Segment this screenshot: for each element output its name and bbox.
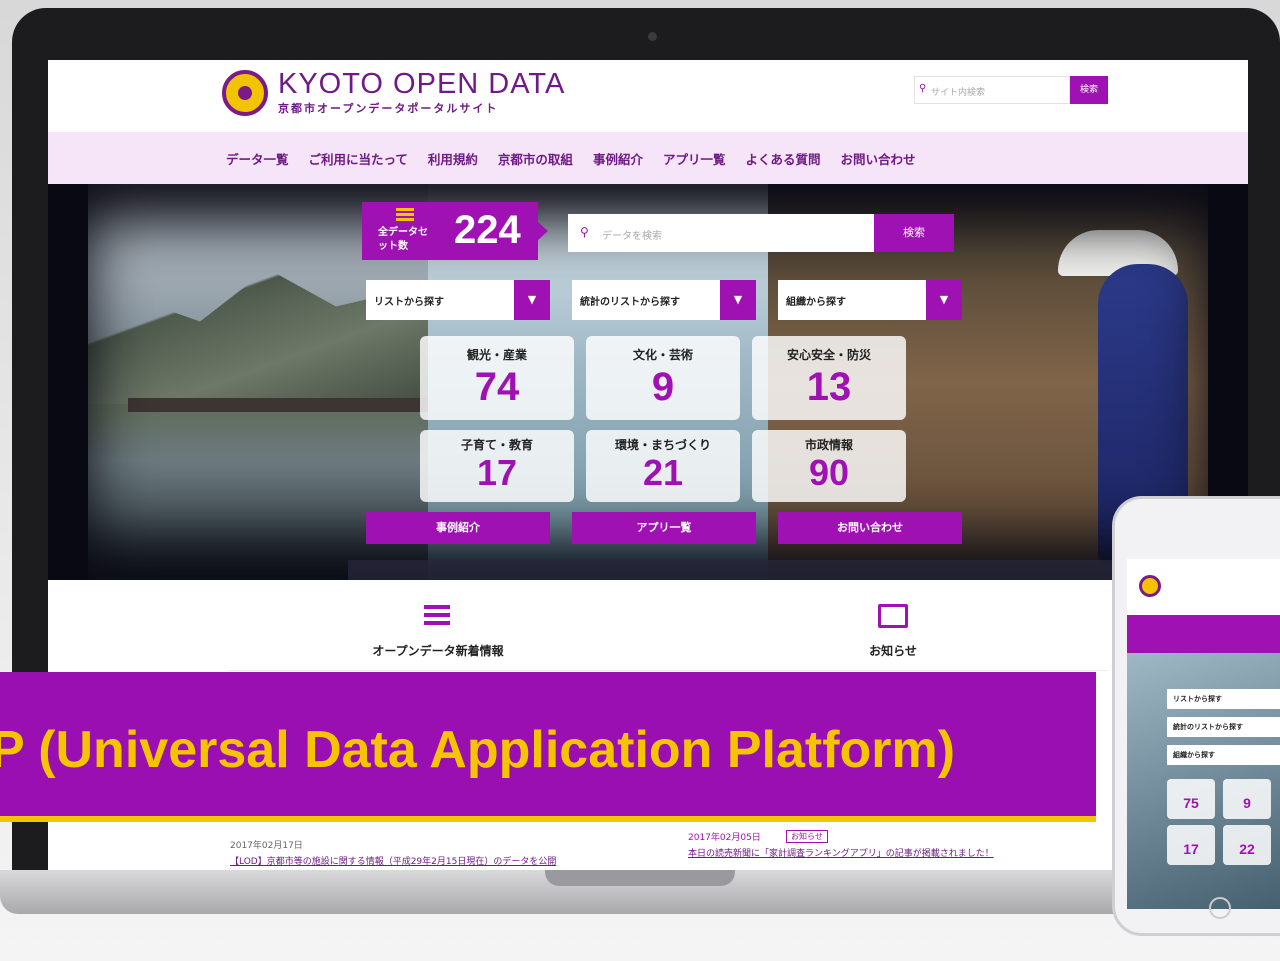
section-divider [228, 670, 1108, 671]
bridge-shape [128, 398, 448, 412]
hero-search-button[interactable]: 検索 [874, 214, 954, 252]
category-tile-safety[interactable]: 安心安全・防災 13 [752, 336, 906, 420]
category-tile-environment[interactable]: 環境・まちづくり 21 [586, 430, 740, 502]
camera-dot [648, 32, 657, 41]
news-date: 2017年02月17日 [230, 841, 303, 851]
nav-item-contact[interactable]: お問い合わせ [840, 149, 915, 168]
nav-item-apps[interactable]: アプリ一覧 [663, 149, 726, 168]
nav-item-data-list[interactable]: データ一覧 [226, 149, 289, 168]
category-tile-education[interactable]: 子育て・教育 17 [420, 430, 574, 502]
site-subtitle: 京都市オープンデータポータルサイト [278, 102, 499, 115]
hero-search-placeholder: データを検索 [602, 231, 662, 242]
kyoto-emblem-icon [1139, 575, 1161, 597]
header-search-placeholder: サイト内検索 [931, 88, 986, 98]
header-search-button[interactable]: 検索 [1070, 76, 1108, 104]
category-label: 安心安全・防災 [786, 348, 871, 362]
list-icon [396, 208, 414, 221]
phone-dropdown[interactable]: 統計のリストから探す [1167, 717, 1280, 737]
category-label: 文化・芸術 [632, 348, 693, 362]
dropdown-stats-search[interactable]: 統計のリストから探す ▼ [572, 280, 756, 320]
dropdown-label: リストから探す [374, 297, 444, 308]
hero-section: 全データセット数 224 ⚲ データを検索 検索 リストから探す ▼ 統計のリス… [48, 184, 1248, 580]
phone-dropdown[interactable]: 組織から探す [1167, 745, 1280, 765]
newspaper-icon [878, 604, 908, 628]
chevron-down-icon: ▼ [926, 280, 962, 320]
banner-text: P (Universal Data Application Platform) [0, 721, 956, 779]
phone-nav-bar [1127, 615, 1280, 653]
list-icon [424, 605, 450, 625]
dataset-count-label: 全データセット数 [378, 227, 428, 252]
site-header: KYOTO OPEN DATA 京都市オープンデータポータルサイト ⚲ サイト内… [48, 60, 1248, 132]
section-title-new-data: オープンデータ新着情報 [372, 644, 504, 658]
phone-category-tile[interactable]: 75 [1167, 779, 1215, 819]
category-label: 市政情報 [804, 438, 853, 452]
phone-category-tile[interactable]: 17 [1167, 825, 1215, 865]
dataset-count-box[interactable]: 全データセット数 224 [362, 202, 548, 260]
nav-item-initiatives[interactable]: 京都市の取組 [498, 149, 573, 168]
smartphone-mockup: リストから探す 統計のリストから探す 組織から探す 75 9 17 22 [1112, 496, 1280, 936]
bottom-caption-fragment [0, 930, 1280, 961]
chevron-down-icon: ▼ [514, 280, 550, 320]
dropdown-org-search[interactable]: 組織から探す ▼ [778, 280, 962, 320]
search-icon: ⚲ [919, 83, 927, 94]
phone-screen: リストから探す 統計のリストから探す 組織から探す 75 9 17 22 [1127, 559, 1280, 909]
nav-item-faq[interactable]: よくある質問 [745, 149, 820, 168]
contact-button[interactable]: お問い合わせ [778, 512, 962, 544]
dataset-count-value: 224 [454, 208, 521, 252]
nav-item-terms[interactable]: 利用規約 [428, 149, 478, 168]
news-link[interactable]: 本日の読売新聞に「家計調査ランキングアプリ」の記事が掲載されました！ [688, 846, 994, 859]
category-count: 17 [476, 452, 518, 493]
kyoto-emblem-icon[interactable] [222, 70, 268, 116]
laptop-notch [545, 870, 735, 886]
section-title-news: お知らせ [869, 644, 917, 658]
category-count: 9 [651, 365, 675, 409]
nav-item-cases[interactable]: 事例紹介 [593, 149, 643, 168]
category-count: 74 [474, 365, 520, 409]
category-label: 環境・まちづくり [614, 438, 711, 452]
phone-home-button [1209, 897, 1231, 919]
main-nav: データ一覧 ご利用に当たって 利用規約 京都市の取組 事例紹介 アプリ一覧 よく… [48, 132, 1248, 184]
search-icon: ⚲ [580, 225, 589, 239]
news-date: 2017年02月05日 [688, 833, 761, 843]
category-count: 21 [642, 452, 684, 493]
news-link[interactable]: 【LOD】京都市等の施設に関する情報（平成29年2月15日現在）のデータを公開 [230, 854, 556, 867]
app-list-button[interactable]: アプリ一覧 [572, 512, 756, 544]
hero-caption-strip [348, 560, 1208, 580]
phone-dropdown[interactable]: リストから探す [1167, 689, 1280, 709]
dropdown-list-search[interactable]: リストから探す ▼ [366, 280, 550, 320]
dropdown-label: 組織から探す [786, 297, 846, 308]
news-badge: お知らせ [786, 830, 828, 843]
overlay-banner: P (Universal Data Application Platform) [0, 672, 1096, 822]
category-count: 90 [808, 452, 850, 493]
case-studies-button[interactable]: 事例紹介 [366, 512, 550, 544]
phone-category-tile[interactable]: 9 [1223, 779, 1271, 819]
hero-search-input[interactable]: ⚲ データを検索 [568, 214, 874, 252]
dropdown-label: 統計のリストから探す [580, 297, 680, 308]
phone-hero: リストから探す 統計のリストから探す 組織から探す 75 9 17 22 [1127, 653, 1280, 909]
chevron-down-icon: ▼ [720, 280, 756, 320]
category-count: 13 [806, 365, 852, 409]
header-search-input[interactable]: ⚲ サイト内検索 [914, 76, 1070, 104]
site-title[interactable]: KYOTO OPEN DATA [278, 68, 565, 101]
category-tile-tourism[interactable]: 観光・産業 74 [420, 336, 574, 420]
category-label: 子育て・教育 [460, 438, 533, 452]
category-tile-culture[interactable]: 文化・芸術 9 [586, 336, 740, 420]
nav-item-usage[interactable]: ご利用に当たって [309, 149, 408, 168]
category-tile-city-info[interactable]: 市政情報 90 [752, 430, 906, 502]
category-label: 観光・産業 [466, 348, 527, 362]
phone-category-tile[interactable]: 22 [1223, 825, 1271, 865]
